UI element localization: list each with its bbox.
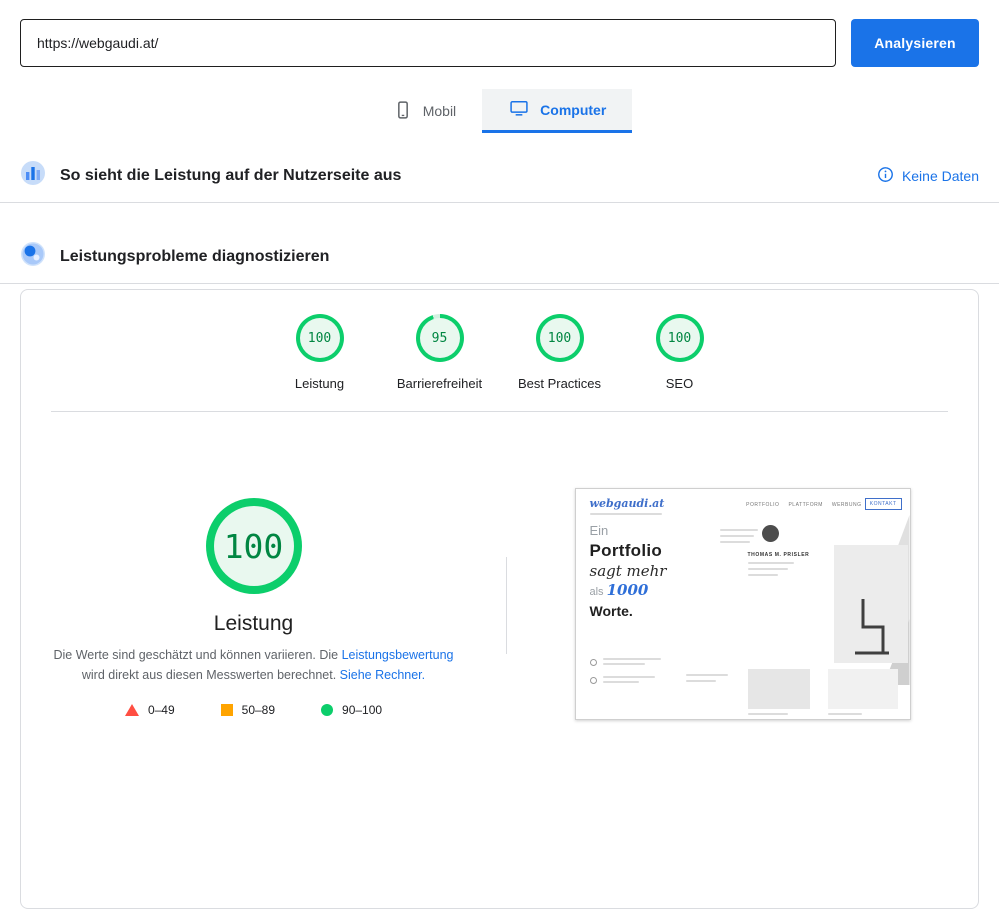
score-label: Best Practices [518,376,601,391]
performance-title: Leistung [214,612,293,636]
preview-person-name: THOMAS M. PRISLER [748,552,810,558]
text-placeholder [603,663,645,665]
text-placeholder [720,529,758,531]
text-placeholder [603,658,661,660]
preview-gallery-item [828,669,898,709]
legend-item-average: 50–89 [221,703,275,717]
legend-range: 50–89 [242,703,275,717]
headline-line: als 1000 [590,581,667,602]
text-placeholder [720,541,750,543]
text-placeholder [686,680,716,682]
desktop-icon [508,98,530,121]
bullet-icon [590,677,597,684]
search-bar: Analysieren [0,0,999,67]
analyze-button[interactable]: Analysieren [851,19,979,67]
text-placeholder [720,535,754,537]
preview-nav-item: PORTFOLIO [746,502,779,508]
score-gauge: 100 [536,314,584,362]
text-placeholder [748,568,788,570]
score-legend: 0–49 50–89 90–100 [125,703,382,717]
category-scores: 100 Leistung 95 Barrierefreiheit 100 Bes… [21,290,978,411]
text-placeholder [590,513,662,515]
score-gauge: 95 [416,314,464,362]
link-leistungsbewertung[interactable]: Leistungsbewertung [342,648,454,662]
performance-section: 100 Leistung Die Werte sind geschätzt un… [21,412,978,720]
headline-line: Portfolio [590,540,667,562]
score-value: 100 [660,318,700,358]
score-gauge: 100 [656,314,704,362]
diagnose-title: Leistungsprobleme diagnostizieren [60,248,979,266]
headline-line: Ein [590,523,667,540]
report-card: 100 Leistung 95 Barrierefreiheit 100 Bes… [20,289,979,909]
note-text: Die Werte sind geschätzt und können vari… [53,648,341,662]
category-barrierefreiheit[interactable]: 95 Barrierefreiheit [380,314,500,391]
legend-item-fail: 0–49 [125,703,175,717]
phone-icon [393,100,413,123]
performance-score: 100 [214,506,294,586]
text-placeholder [686,674,728,676]
legend-range: 0–49 [148,703,175,717]
score-label: SEO [666,376,693,391]
tab-desktop[interactable]: Computer [482,89,632,133]
text-placeholder [748,562,794,564]
square-icon [221,704,233,716]
score-label: Barrierefreiheit [397,376,482,391]
triangle-icon [125,704,139,716]
text-placeholder [828,713,862,715]
tab-mobile-label: Mobil [423,103,456,119]
text-placeholder [748,713,788,715]
score-gauge: 100 [296,314,344,362]
device-tabs: Mobil Computer [0,89,999,133]
preview-nav-item: PLATTFORM [788,502,822,508]
preview-site-logo: webgaudi.at [590,497,665,510]
text-placeholder [603,681,639,683]
headline-line: sagt mehr [590,562,667,582]
info-icon [877,166,894,186]
category-best-practices[interactable]: 100 Best Practices [500,314,620,391]
tab-desktop-label: Computer [540,102,606,118]
text-placeholder [748,574,778,576]
no-data-label: Keine Daten [902,168,979,184]
score-value: 100 [540,318,580,358]
preview-headline: Ein Portfolio sagt mehr als 1000 Worte. [590,523,667,620]
performance-gauge: 100 [206,498,302,594]
no-data-link[interactable]: Keine Daten [877,166,979,186]
legend-range: 90–100 [342,703,382,717]
circle-icon [321,704,333,716]
preview-contact-button: KONTAKT [865,498,902,510]
screenshot-panel: webgaudi.at PORTFOLIO PLATTFORM WERBUNG … [507,412,978,720]
field-data-section-header: So sieht die Leistung auf der Nutzerseit… [0,149,999,203]
preview-photo [834,545,908,663]
note-text: wird direkt aus diesen Messwerten berech… [82,668,340,682]
performance-note: Die Werte sind geschätzt und können vari… [44,645,464,685]
preview-nav-item: WERBUNG [832,502,862,508]
performance-summary: 100 Leistung Die Werte sind geschätzt un… [21,412,486,720]
tab-mobile[interactable]: Mobil [367,89,482,133]
chair-icon [849,597,893,657]
diagnose-section-header: Leistungsprobleme diagnostizieren [0,230,999,284]
score-label: Leistung [295,376,344,391]
bullet-icon [590,659,597,666]
category-leistung[interactable]: 100 Leistung [260,314,380,391]
score-value: 95 [420,318,460,358]
text-placeholder [603,676,655,678]
preview-gallery-item [748,669,810,709]
field-data-icon [20,160,46,191]
link-siehe-rechner[interactable]: Siehe Rechner. [340,668,425,682]
preview-nav: PORTFOLIO PLATTFORM WERBUNG [746,502,861,508]
url-input[interactable] [20,19,836,67]
category-seo[interactable]: 100 SEO [620,314,740,391]
field-data-title: So sieht die Leistung auf der Nutzerseit… [60,167,863,185]
preview-avatar [762,525,779,542]
legend-item-pass: 90–100 [321,703,382,717]
score-value: 100 [300,318,340,358]
site-screenshot: webgaudi.at PORTFOLIO PLATTFORM WERBUNG … [575,488,911,720]
headline-line: Worte. [590,602,667,620]
lab-icon [20,241,46,272]
